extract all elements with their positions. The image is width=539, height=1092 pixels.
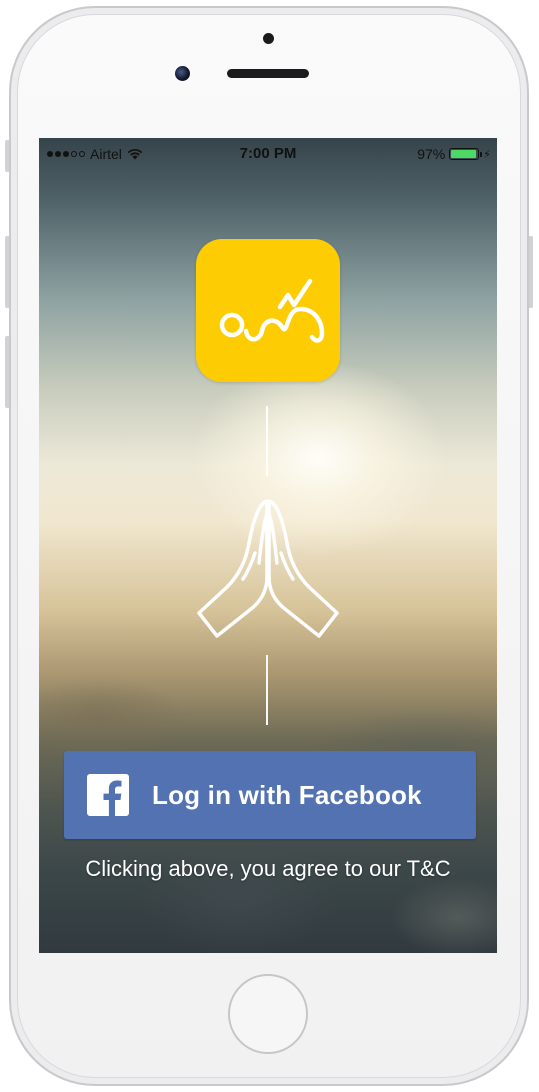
status-right: 97% ⚡ <box>417 146 491 162</box>
app-screen: Airtel 7:00 PM 97% ⚡ Log in with Faceboo… <box>39 138 497 953</box>
facebook-icon <box>87 774 129 816</box>
facebook-login-label: Log in with Facebook <box>152 780 422 810</box>
earpiece-speaker <box>227 69 309 78</box>
battery-fill <box>451 150 477 158</box>
connector-line-top <box>266 406 268 476</box>
status-bar: Airtel 7:00 PM 97% ⚡ <box>39 138 497 168</box>
home-button[interactable] <box>228 974 308 1054</box>
praying-hands-icon <box>197 499 339 638</box>
facebook-login-button[interactable]: Log in with Facebook <box>64 751 476 839</box>
front-camera-icon <box>175 66 190 81</box>
app-logo <box>196 239 340 382</box>
page: Airtel 7:00 PM 97% ⚡ Log in with Faceboo… <box>0 0 539 1092</box>
proximity-sensor <box>263 33 274 44</box>
battery-percent: 97% <box>417 146 446 162</box>
terms-text[interactable]: Clicking above, you agree to our T&C <box>39 856 497 882</box>
battery-icon <box>449 148 483 160</box>
connector-line-bottom <box>266 655 268 725</box>
charging-bolt-icon: ⚡ <box>483 148 491 161</box>
telugu-script-logo-icon <box>219 278 325 343</box>
